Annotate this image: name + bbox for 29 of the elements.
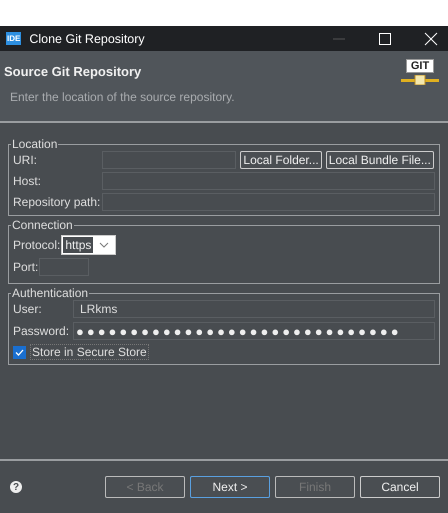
maximize-icon[interactable] xyxy=(378,32,392,46)
group-legend: Location xyxy=(11,137,58,151)
browse-button[interactable]: Local Folder... xyxy=(240,151,322,169)
browse-button[interactable]: Local Bundle File... xyxy=(326,151,434,169)
window-title: Clone Git Repository xyxy=(29,32,145,46)
page-description: Enter the location of the source repository. xyxy=(9,90,236,104)
protocol-dropdown[interactable]: https xyxy=(61,235,116,255)
field-label: Repository path: xyxy=(13,195,100,209)
check-icon xyxy=(15,348,24,356)
checkbox-label[interactable]: Store in Secure Store xyxy=(30,344,149,360)
close-icon[interactable] xyxy=(424,32,438,46)
help-icon[interactable]: ? xyxy=(10,481,22,493)
field-label: User: xyxy=(13,302,43,316)
field-label: URI: xyxy=(13,153,38,167)
app-icon: IDE xyxy=(6,32,22,45)
group-legend: Authentication xyxy=(11,286,90,300)
wizard-button[interactable]: Cancel xyxy=(360,476,440,498)
field-label: Port: xyxy=(13,260,38,274)
field-label: Password: xyxy=(13,324,70,338)
password-field[interactable]: ●●●●●●●●●●●●●●●●●●●●●●●●●●●●●● xyxy=(73,322,435,340)
field-label: Host: xyxy=(13,174,42,188)
checkbox[interactable] xyxy=(13,346,26,358)
field-label: Protocol: xyxy=(13,238,60,252)
user-field[interactable]: LRkms xyxy=(73,300,435,318)
page-title: Source Git Repository xyxy=(4,64,142,79)
git-logo: GIT xyxy=(400,51,448,121)
chevron-icon xyxy=(99,242,110,248)
group-legend: Connection xyxy=(11,218,74,232)
wizard-button[interactable]: Next > xyxy=(190,476,270,498)
